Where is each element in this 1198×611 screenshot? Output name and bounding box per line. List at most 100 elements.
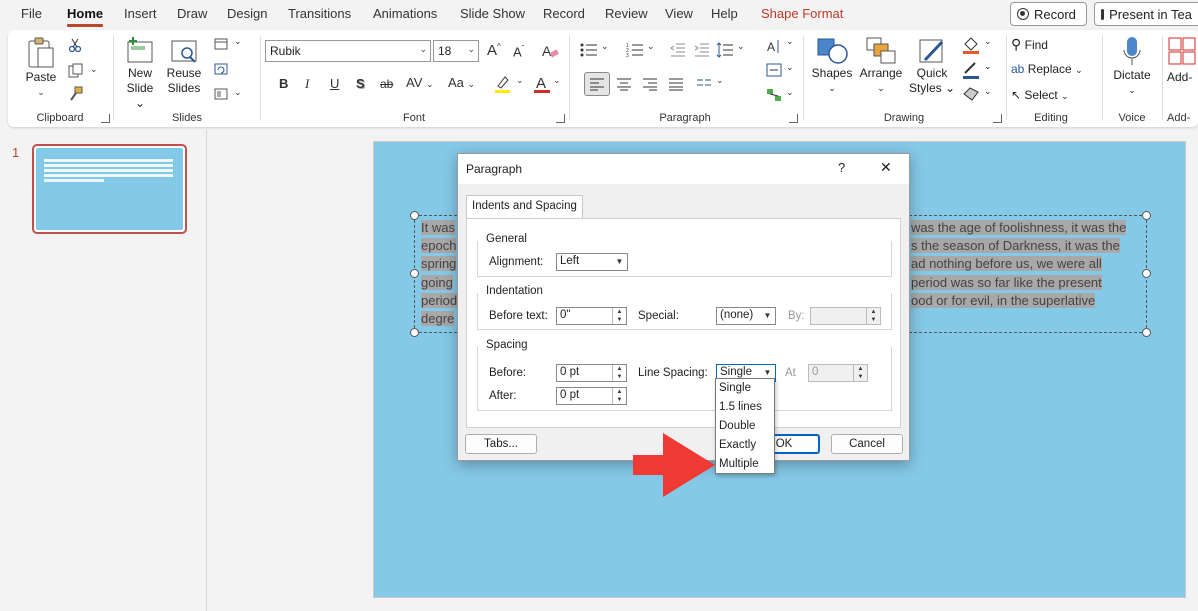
- help-icon[interactable]: ?: [838, 160, 845, 175]
- line-spacing-option[interactable]: Multiple: [719, 458, 759, 470]
- paste-button[interactable]: Paste ⌄: [22, 36, 60, 100]
- menu-file[interactable]: File: [21, 6, 42, 21]
- smartart-dropdown-icon[interactable]: ⌄: [786, 87, 794, 98]
- present-in-teams-button[interactable]: Present in Tea: [1094, 2, 1198, 26]
- increase-indent-icon[interactable]: [694, 42, 710, 58]
- numbering-icon[interactable]: 123: [626, 42, 644, 58]
- drawing-launcher-icon[interactable]: [993, 114, 1002, 123]
- close-icon[interactable]: ✕: [880, 159, 892, 176]
- shape-outline-dropdown-icon[interactable]: ⌄: [984, 61, 992, 72]
- before-text-spinner[interactable]: ▲ ▼: [612, 308, 626, 324]
- align-right-icon[interactable]: [642, 77, 658, 91]
- font-color-dropdown-icon[interactable]: ⌄: [553, 75, 561, 86]
- columns-dropdown-icon[interactable]: ⌄: [716, 75, 724, 86]
- spin-up-icon[interactable]: ▲: [613, 388, 626, 396]
- font-name-box[interactable]: Rubik ⌄: [265, 40, 431, 62]
- paragraph-launcher-icon[interactable]: [789, 114, 798, 123]
- font-color-icon[interactable]: A: [533, 74, 551, 94]
- slide-thumbnail[interactable]: [32, 144, 187, 234]
- spin-up-icon[interactable]: ▲: [613, 365, 626, 373]
- reset-icon[interactable]: [214, 63, 228, 75]
- italic-button[interactable]: I: [305, 76, 309, 92]
- text-shadow-button[interactable]: S: [356, 76, 365, 91]
- highlight-icon[interactable]: [493, 74, 513, 94]
- menu-design[interactable]: Design: [227, 6, 267, 21]
- line-spacing-dropdown-icon[interactable]: ⌄: [737, 41, 745, 52]
- resize-handle[interactable]: [410, 269, 419, 278]
- font-launcher-icon[interactable]: [556, 114, 565, 123]
- tab-indents-and-spacing[interactable]: Indents and Spacing: [466, 195, 583, 219]
- smartart-icon[interactable]: [766, 88, 782, 102]
- line-spacing-icon[interactable]: [716, 42, 734, 58]
- record-button[interactable]: Record: [1010, 2, 1087, 26]
- menu-home[interactable]: Home: [67, 6, 104, 27]
- align-center-icon[interactable]: [616, 77, 632, 91]
- align-text-dropdown-icon[interactable]: ⌄: [786, 62, 794, 73]
- menu-transitions[interactable]: Transitions: [288, 6, 351, 21]
- layout-dropdown-icon[interactable]: ⌄: [234, 36, 242, 47]
- shape-outline-icon[interactable]: [962, 61, 980, 79]
- arrange-button[interactable]: Arrange ⌄: [856, 36, 906, 96]
- special-select[interactable]: (none) ▼: [716, 307, 776, 325]
- font-size-dropdown-icon[interactable]: ⌄: [467, 44, 475, 55]
- decrease-indent-icon[interactable]: [670, 42, 686, 58]
- alignment-select[interactable]: Left ▼: [556, 253, 628, 271]
- dictate-button[interactable]: Dictate ⌄: [1107, 36, 1157, 98]
- menu-view[interactable]: View: [665, 6, 693, 21]
- replace-button[interactable]: ab Replace ⌄: [1011, 62, 1083, 80]
- spin-down-icon[interactable]: ▼: [613, 396, 626, 404]
- spin-down-icon[interactable]: ▼: [613, 373, 626, 381]
- line-spacing-option[interactable]: Exactly: [719, 439, 756, 451]
- text-direction-icon[interactable]: A: [766, 38, 782, 54]
- underline-button[interactable]: U: [330, 76, 339, 91]
- resize-handle[interactable]: [1142, 211, 1151, 220]
- after-spinner[interactable]: ▲ ▼: [612, 388, 626, 404]
- shrink-font-icon[interactable]: Aˇ: [513, 44, 524, 59]
- menu-animations[interactable]: Animations: [373, 6, 437, 21]
- grow-font-icon[interactable]: A^: [487, 42, 501, 59]
- align-left-button[interactable]: [584, 72, 610, 96]
- resize-handle[interactable]: [410, 211, 419, 220]
- strikethrough-button[interactable]: ab: [380, 77, 393, 91]
- highlight-dropdown-icon[interactable]: ⌄: [516, 75, 524, 86]
- before-input[interactable]: 0 pt ▲ ▼: [556, 364, 627, 382]
- section-icon[interactable]: [214, 88, 228, 100]
- font-name-dropdown-icon[interactable]: ⌄: [419, 44, 427, 55]
- shape-effects-dropdown-icon[interactable]: ⌄: [984, 86, 992, 97]
- copy-dropdown-icon[interactable]: ⌄: [90, 64, 98, 75]
- character-spacing-button[interactable]: AV ⌄: [406, 75, 434, 90]
- new-slide-button[interactable]: New Slide ⌄: [120, 36, 160, 111]
- reuse-slides-button[interactable]: Reuse Slides: [164, 36, 204, 96]
- line-spacing-option[interactable]: 1.5 lines: [719, 401, 762, 413]
- font-size-box[interactable]: 18 ⌄: [433, 40, 479, 62]
- clear-formatting-icon[interactable]: A: [541, 42, 559, 60]
- format-painter-icon[interactable]: [68, 86, 84, 102]
- resize-handle[interactable]: [1142, 269, 1151, 278]
- bullets-dropdown-icon[interactable]: ⌄: [601, 41, 609, 52]
- menu-shape-format[interactable]: Shape Format: [761, 6, 843, 21]
- bold-button[interactable]: B: [279, 76, 288, 91]
- line-spacing-option[interactable]: Single: [719, 382, 751, 394]
- after-input[interactable]: 0 pt ▲ ▼: [556, 387, 627, 405]
- cut-icon[interactable]: [68, 38, 82, 52]
- layout-icon[interactable]: [214, 38, 228, 50]
- add-ins-button[interactable]: Add-: [1167, 36, 1198, 85]
- menu-draw[interactable]: Draw: [177, 6, 207, 21]
- menu-record[interactable]: Record: [543, 6, 585, 21]
- change-case-button[interactable]: Aa ⌄: [448, 75, 475, 90]
- menu-help[interactable]: Help: [711, 6, 738, 21]
- align-text-icon[interactable]: [766, 63, 782, 77]
- resize-handle[interactable]: [1142, 328, 1151, 337]
- bullets-icon[interactable]: [580, 42, 598, 58]
- spin-up-icon[interactable]: ▲: [613, 308, 626, 316]
- find-button[interactable]: ⚲ Find: [1011, 36, 1048, 54]
- shape-effects-icon[interactable]: [962, 86, 980, 102]
- copy-icon[interactable]: [68, 63, 84, 78]
- section-dropdown-icon[interactable]: ⌄: [234, 87, 242, 98]
- shapes-button[interactable]: Shapes ⌄: [810, 36, 854, 96]
- menu-insert[interactable]: Insert: [124, 6, 157, 21]
- columns-icon[interactable]: [696, 77, 712, 89]
- quick-styles-button[interactable]: Quick Styles ⌄: [908, 36, 956, 96]
- text-direction-dropdown-icon[interactable]: ⌄: [786, 36, 794, 47]
- spin-down-icon[interactable]: ▼: [613, 316, 626, 324]
